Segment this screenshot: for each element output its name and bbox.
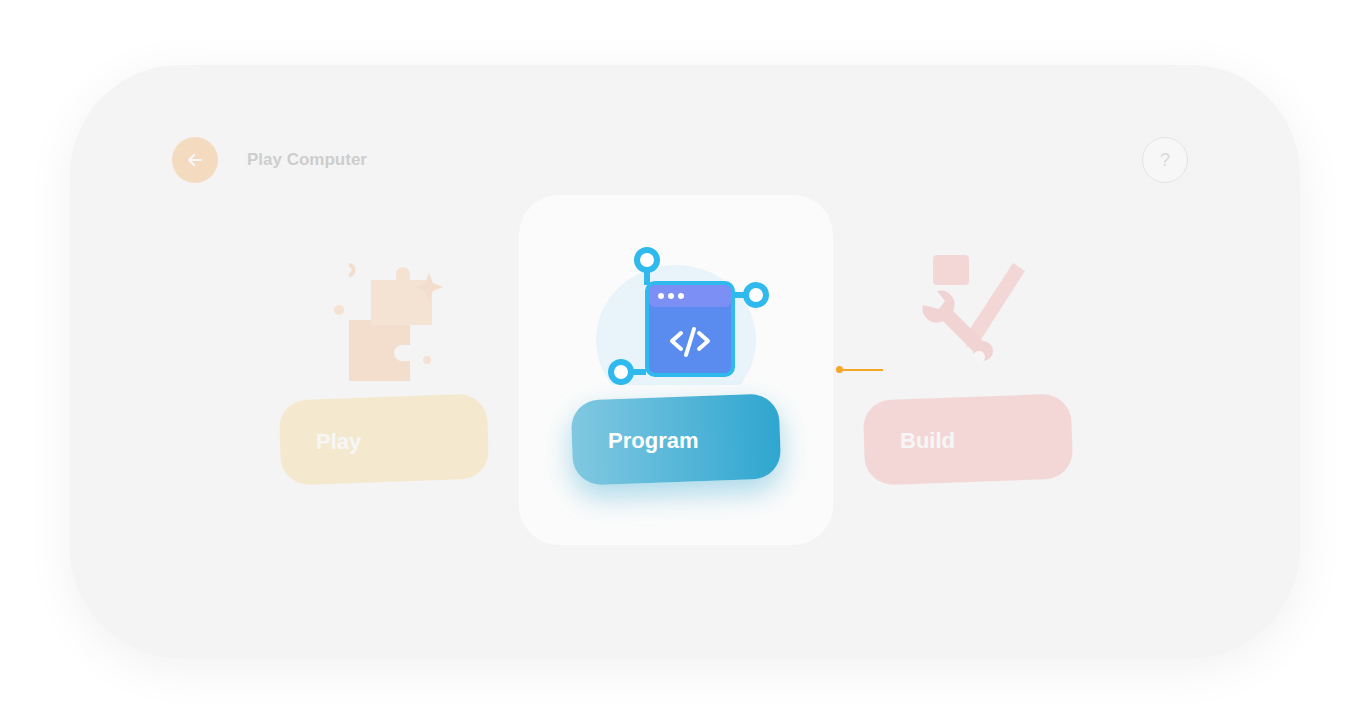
help-button[interactable]: ? bbox=[1142, 137, 1188, 183]
mode-label: Build bbox=[900, 424, 955, 457]
mode-button[interactable]: Play bbox=[279, 393, 490, 485]
mode-card[interactable]: Program bbox=[519, 195, 833, 545]
code-window-icon bbox=[581, 245, 771, 385]
page-title: Play Computer bbox=[247, 147, 367, 173]
tools-icon bbox=[893, 245, 1043, 385]
main-panel: Play Computer ? Play Program Build bbox=[70, 65, 1300, 658]
mode-label: Play bbox=[316, 425, 361, 458]
puzzle-icon bbox=[309, 245, 459, 385]
arrow-left-icon bbox=[185, 150, 205, 170]
mode-label: Program bbox=[608, 424, 698, 457]
back-button[interactable] bbox=[172, 137, 218, 183]
mode-card[interactable]: Play bbox=[227, 195, 541, 545]
mode-button[interactable]: Program bbox=[571, 393, 782, 485]
focus-pointer bbox=[836, 366, 883, 373]
help-label: ? bbox=[1160, 147, 1170, 174]
mode-list: Play Program Build bbox=[70, 195, 1300, 545]
mode-button[interactable]: Build bbox=[863, 393, 1074, 485]
header: Play Computer ? bbox=[70, 137, 1300, 183]
